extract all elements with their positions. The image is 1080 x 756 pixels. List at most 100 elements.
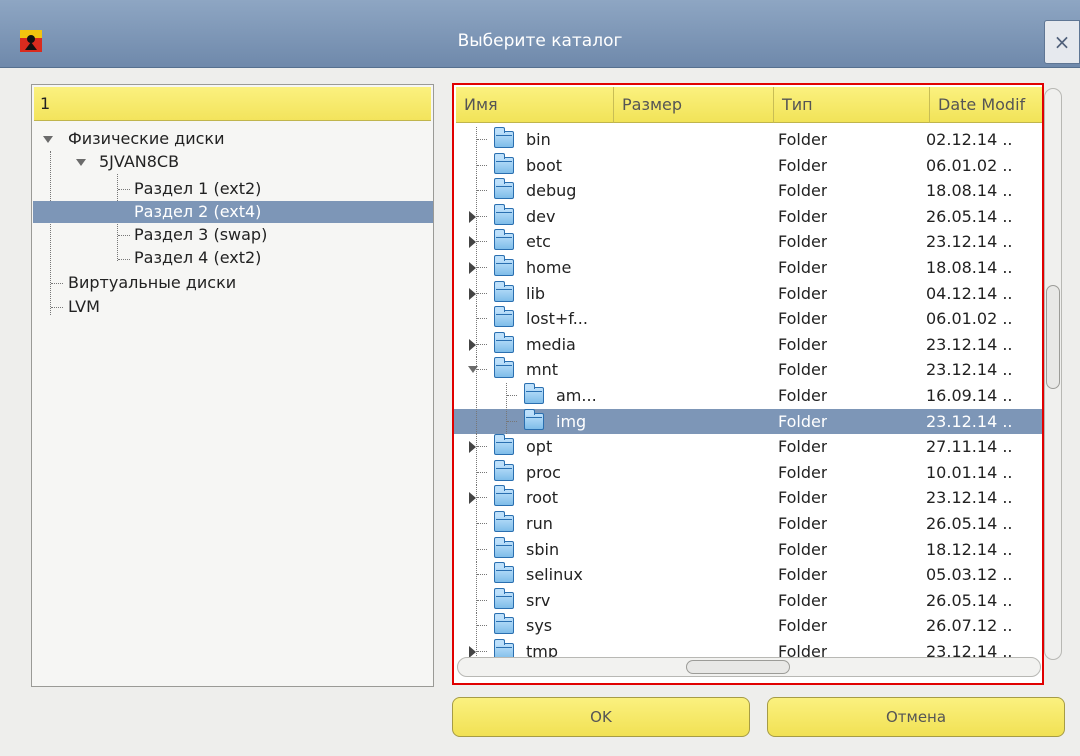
tree-item-partition-4[interactable]: Раздел 4 (ext2) — [32, 247, 432, 269]
folder-icon — [524, 383, 544, 404]
tree-item-disk-5jvan8cb[interactable]: 5JVAN8CB — [32, 151, 432, 173]
tree-item-partition-3[interactable]: Раздел 3 (swap) — [32, 224, 432, 246]
tree-item-lvm[interactable]: LVM — [32, 296, 432, 318]
folder-date: 04.12.14 .. — [926, 283, 1013, 303]
chevron-down-icon[interactable] — [76, 159, 86, 166]
folder-type: Folder — [778, 616, 828, 636]
folder-name: boot — [526, 155, 563, 175]
folder-row[interactable]: lib Folder 04.12.14 .. — [454, 280, 1042, 306]
folder-row[interactable]: root Folder 23.12.14 .. — [454, 485, 1042, 511]
folder-date: 05.03.12 .. — [926, 565, 1013, 585]
folder-row[interactable]: boot Folder 06.01.02 .. — [454, 152, 1042, 178]
tree-connector — [477, 497, 487, 499]
folder-row[interactable]: sbin Folder 18.12.14 .. — [454, 536, 1042, 562]
folder-row[interactable]: media Folder 23.12.14 .. — [454, 331, 1042, 357]
folder-icon — [494, 203, 514, 225]
folder-row[interactable]: selinux Folder 05.03.12 .. — [454, 562, 1042, 588]
column-header-size[interactable]: Размер — [614, 87, 774, 123]
tree-item-label: Физические диски — [68, 129, 225, 148]
tree-item-partition-2[interactable]: Раздел 2 (ext4) — [33, 201, 433, 223]
folder-type: Folder — [778, 488, 828, 508]
folder-name: bin — [526, 130, 551, 149]
tree-connector — [477, 267, 487, 268]
folder-list-panel: Имя Размер Тип Date Modif bin Folder 02.12… — [452, 83, 1044, 685]
tree-connector — [477, 343, 487, 345]
folder-type: Folder — [778, 334, 828, 354]
folder-row[interactable]: mnt Folder 23.12.14 .. — [454, 357, 1042, 383]
folder-row[interactable]: lost+f... Folder 06.01.02 .. — [454, 306, 1042, 332]
vertical-scrollbar[interactable] — [1044, 88, 1062, 660]
folder-icon — [494, 255, 514, 276]
folder-row[interactable]: run Folder 26.05.14 .. — [454, 511, 1042, 536]
folder-row[interactable]: srv Folder 26.05.14 .. — [454, 587, 1042, 613]
folder-row[interactable]: am... Folder 16.09.14 .. — [454, 383, 1042, 408]
column-header-type[interactable]: Тип — [774, 87, 930, 123]
folder-date: 16.09.14 .. — [926, 386, 1013, 405]
folder-date: 02.12.14 .. — [926, 130, 1013, 149]
folder-date: 26.05.14 .. — [926, 590, 1013, 610]
chevron-right-icon[interactable] — [469, 492, 476, 505]
horizontal-scrollbar[interactable] — [457, 657, 1041, 677]
folder-icon — [494, 536, 514, 558]
chevron-right-icon[interactable] — [469, 287, 476, 300]
folder-row[interactable]: bin Folder 02.12.14 .. — [454, 127, 1042, 152]
chevron-right-icon[interactable] — [469, 236, 476, 249]
cancel-button[interactable]: Отмена — [767, 697, 1065, 737]
folder-icon — [494, 485, 514, 507]
tree-item-physical-disks[interactable]: Физические диски — [32, 128, 432, 150]
chevron-down-icon[interactable] — [43, 136, 53, 143]
folder-row[interactable]: home Folder 18.08.14 .. — [454, 255, 1042, 280]
folder-name: media — [526, 334, 576, 354]
folder-icon — [524, 408, 544, 430]
tree-connector — [507, 395, 517, 396]
folder-icon — [494, 306, 514, 328]
folder-row[interactable]: sys Folder 26.07.12 .. — [454, 613, 1042, 639]
folder-row[interactable]: opt Folder 27.11.14 .. — [454, 434, 1042, 460]
folder-date: 26.05.14 .. — [926, 206, 1013, 226]
folder-row[interactable]: img Folder 23.12.14 .. — [454, 408, 1042, 434]
tree-item-partition-1[interactable]: Раздел 1 (ext2) — [32, 178, 432, 200]
folder-name: run — [526, 514, 553, 533]
disk-tree-header: 1 — [34, 87, 431, 121]
tree-connector — [477, 574, 487, 576]
folder-date: 06.01.02 .. — [926, 155, 1013, 175]
chevron-right-icon[interactable] — [469, 338, 476, 351]
folder-row[interactable]: dev Folder 26.05.14 .. — [454, 203, 1042, 229]
folder-date: 23.12.14 .. — [926, 411, 1013, 431]
folder-icon — [494, 613, 514, 635]
folder-type: Folder — [778, 181, 828, 201]
ok-button[interactable]: OK — [452, 697, 750, 737]
folder-row[interactable]: debug Folder 18.08.14 .. — [454, 178, 1042, 204]
close-icon: × — [1053, 30, 1071, 54]
column-header-name[interactable]: Имя — [456, 87, 614, 123]
vertical-scroll-thumb[interactable] — [1046, 285, 1060, 389]
window-title: Выберите каталог — [457, 31, 623, 51]
column-header-date[interactable]: Date Modif — [930, 87, 1042, 123]
tree-connector — [476, 383, 477, 408]
tree-item-virtual-disks[interactable]: Виртуальные диски — [32, 272, 432, 294]
folder-icon — [494, 459, 514, 481]
tree-item-label: Раздел 4 (ext2) — [134, 248, 262, 267]
folder-row[interactable]: etc Folder 23.12.14 .. — [454, 229, 1042, 255]
folder-type: Folder — [778, 411, 828, 431]
folder-row[interactable]: proc Folder 10.01.14 .. — [454, 459, 1042, 485]
horizontal-scroll-thumb[interactable] — [686, 660, 790, 674]
folder-type: Folder — [778, 386, 828, 405]
folder-name: sbin — [526, 539, 560, 559]
chevron-down-icon[interactable] — [468, 366, 478, 374]
folder-date: 23.12.14 .. — [926, 360, 1013, 380]
close-button[interactable]: × — [1044, 20, 1080, 64]
folder-type: Folder — [778, 155, 828, 175]
folder-type: Folder — [778, 309, 828, 329]
chevron-right-icon[interactable] — [469, 441, 476, 454]
chevron-right-icon[interactable] — [469, 210, 476, 223]
tree-item-label: Раздел 2 (ext4) — [134, 202, 262, 221]
folder-icon — [494, 152, 514, 174]
folder-type: Folder — [778, 590, 828, 610]
folder-date: 18.08.14 .. — [926, 181, 1013, 201]
folder-date: 18.12.14 .. — [926, 539, 1013, 559]
tree-connector — [477, 523, 487, 524]
tree-connector — [477, 292, 487, 294]
chevron-right-icon[interactable] — [469, 262, 476, 274]
folder-icon — [494, 331, 514, 353]
